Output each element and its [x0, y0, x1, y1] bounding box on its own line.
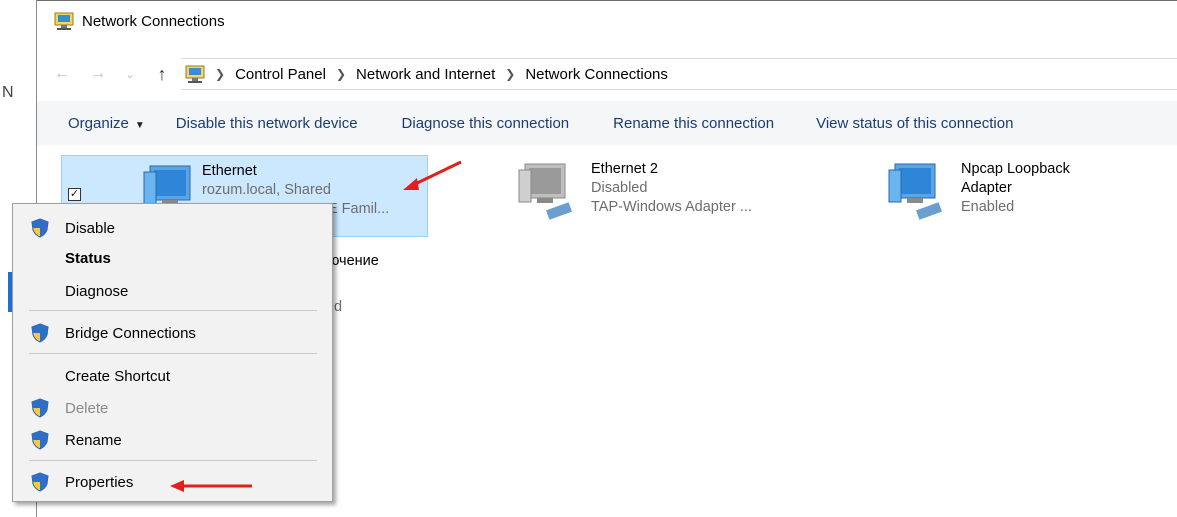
breadcrumb-separator-icon[interactable]: ❯ [336, 67, 346, 81]
view-status-button[interactable]: View status of this connection [816, 115, 1013, 132]
background-fragment-letter: N [2, 84, 14, 101]
uac-shield-icon [31, 323, 49, 343]
connection-npcap-loopback[interactable]: Npcap Loopback Adapter Enabled [887, 160, 1070, 222]
menu-item-create-shortcut[interactable]: Create Shortcut [13, 361, 332, 391]
forward-button[interactable]: → [87, 65, 109, 83]
breadcrumb-network-connections[interactable]: Network Connections [525, 66, 668, 83]
connection-adapter: TAP-Windows Adapter ... [591, 199, 752, 215]
menu-separator [29, 460, 317, 461]
up-button[interactable]: ↑ [151, 64, 173, 85]
recent-locations-chevron-down-icon[interactable]: ⌄ [123, 68, 137, 81]
connection-network: rozum.local, Shared [202, 182, 331, 198]
context-menu: Disable Status Diagnose Bridge Connectio… [12, 203, 333, 502]
caret-down-icon: ▼ [134, 119, 145, 131]
connection-ethernet-2[interactable]: Ethernet 2 Disabled TAP-Windows Adapter … [517, 160, 752, 222]
menu-label: Create Shortcut [65, 367, 171, 385]
menu-item-delete[interactable]: Delete [13, 393, 332, 423]
menu-item-rename[interactable]: Rename [13, 425, 332, 455]
menu-label: Delete [65, 399, 109, 417]
annotation-arrow-icon [403, 160, 462, 190]
menu-separator [29, 353, 317, 354]
breadcrumb-separator-icon[interactable]: ❯ [505, 67, 515, 81]
organize-button[interactable]: Organize ▼ [68, 115, 145, 132]
menu-label: Rename [65, 431, 122, 449]
control-panel-icon [185, 65, 205, 83]
annotation-arrow-icon [170, 480, 252, 492]
menu-label: Diagnose [65, 282, 129, 300]
menu-item-diagnose[interactable]: Diagnose [13, 276, 332, 306]
uac-shield-icon [31, 430, 49, 450]
window-title: Network Connections [82, 12, 225, 30]
disable-device-button[interactable]: Disable this network device [176, 115, 358, 132]
connection-name-line2: Adapter [961, 180, 1012, 196]
connection-status: Enabled [961, 199, 1015, 215]
connection-npcap-text: Npcap Loopback Adapter Enabled [961, 160, 1070, 222]
breadcrumb-network-and-internet[interactable]: Network and Internet [356, 66, 495, 83]
menu-item-bridge-connections[interactable]: Bridge Connections [13, 318, 332, 348]
connection-ethernet-2-text: Ethernet 2 Disabled TAP-Windows Adapter … [591, 160, 752, 222]
network-adapter-icon [887, 160, 947, 222]
menu-label: Disable [65, 219, 116, 237]
organize-label: Organize [68, 114, 129, 132]
address-box[interactable]: ❯ Control Panel ❯ Network and Internet ❯… [181, 58, 1177, 90]
partial-connection-status: d [334, 299, 343, 315]
network-adapter-disabled-icon [517, 160, 577, 222]
title-bar: Network Connections [37, 0, 1177, 41]
connection-status: Disabled [591, 180, 648, 196]
back-button[interactable]: ← [51, 65, 73, 83]
rename-connection-button[interactable]: Rename this connection [613, 115, 774, 132]
command-bar: Organize ▼ Disable this network device Di… [37, 101, 1177, 145]
connection-name: Ethernet [202, 163, 257, 179]
diagnose-connection-button[interactable]: Diagnose this connection [402, 115, 570, 132]
menu-label: Status [65, 249, 111, 267]
breadcrumb-control-panel[interactable]: Control Panel [235, 66, 326, 83]
uac-shield-icon [31, 472, 49, 492]
network-connections-icon [54, 12, 74, 30]
connection-name-line1: Npcap Loopback [961, 161, 1070, 177]
menu-separator [29, 310, 317, 311]
breadcrumb-separator-icon[interactable]: ❯ [215, 67, 225, 81]
item-checkbox[interactable]: ✓ [68, 188, 81, 201]
connection-name: Ethernet 2 [591, 161, 658, 177]
address-bar: ← → ⌄ ↑ ❯ Control Panel ❯ Network and In… [37, 52, 1177, 96]
menu-item-status[interactable]: Status [13, 243, 332, 273]
menu-label: Properties [65, 473, 134, 491]
uac-shield-icon [31, 398, 49, 418]
uac-shield-icon [31, 218, 49, 238]
menu-label: Bridge Connections [65, 324, 196, 342]
menu-item-disable[interactable]: Disable [13, 213, 332, 243]
